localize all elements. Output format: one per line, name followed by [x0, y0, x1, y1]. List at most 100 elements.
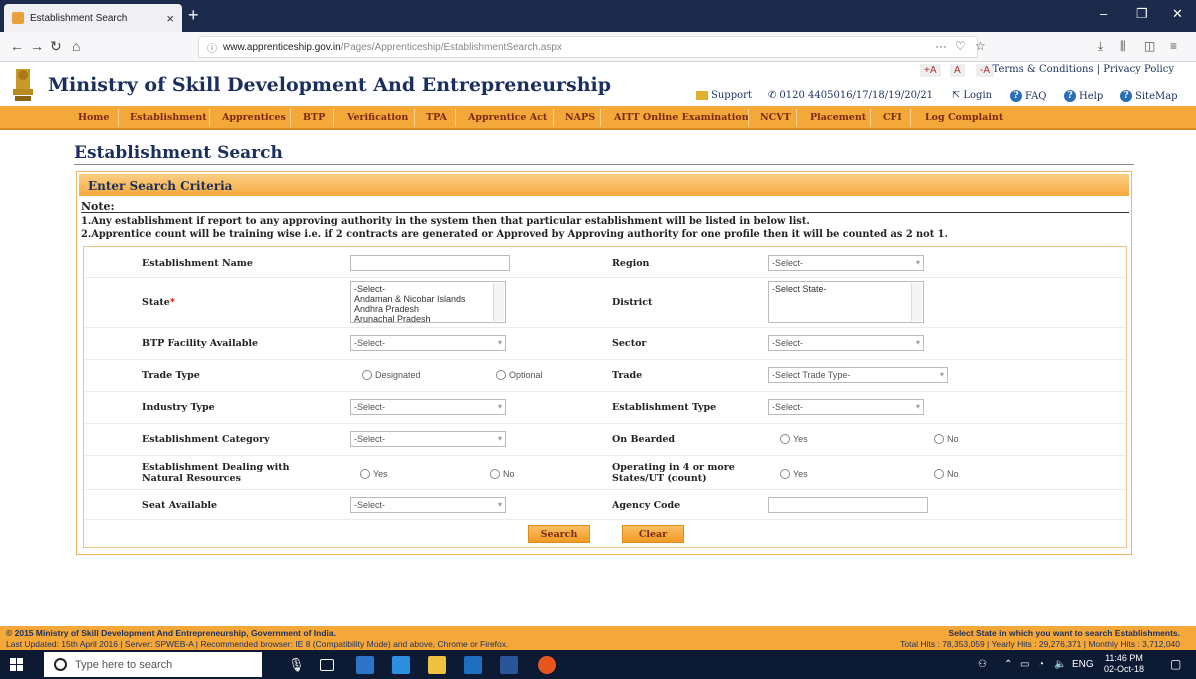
clear-button[interactable]: Clear [622, 525, 684, 543]
library-icon[interactable]: ⫼ [1120, 39, 1126, 54]
state-option[interactable]: Arunachal Pradesh [354, 314, 502, 324]
word-icon[interactable] [500, 656, 518, 674]
bookmark-star-icon[interactable]: ☆ [975, 39, 986, 53]
establishment-name-input[interactable] [350, 255, 510, 271]
windows-start-icon[interactable] [10, 658, 23, 671]
menu-divider [870, 109, 871, 127]
menu-establishment[interactable]: Establishment [130, 112, 207, 123]
restore-icon[interactable]: ❐ [1136, 6, 1148, 22]
taskbar-search-input[interactable]: Type here to search [44, 652, 262, 677]
establishment-type-select[interactable]: -Select- ▾ [768, 399, 924, 415]
district-option[interactable]: -Select State- [772, 284, 920, 294]
agency-code-input[interactable] [768, 497, 928, 513]
page-actions-icon[interactable]: ··· [935, 39, 947, 53]
natural-resources-no-radio[interactable]: No [490, 469, 515, 479]
trade-select[interactable]: -Select Trade Type- ▾ [768, 367, 948, 383]
region-select[interactable]: -Select- ▾ [768, 255, 924, 271]
volume-icon[interactable]: 🔈 [1054, 659, 1066, 670]
chevron-down-icon: ▾ [939, 370, 944, 379]
taskbar-clock[interactable]: 11:46 PM 02-Oct-18 [1104, 653, 1144, 675]
menu-apprentice-act[interactable]: Apprentice Act [468, 112, 547, 123]
operating-states-yes-radio[interactable]: Yes [780, 469, 808, 479]
on-bearded-no-radio[interactable]: No [934, 434, 959, 444]
btp-facility-select[interactable]: -Select- ▾ [350, 335, 506, 351]
on-bearded-yes-radio[interactable]: Yes [780, 434, 808, 444]
menu-home[interactable]: Home [78, 112, 109, 123]
file-explorer-icon[interactable] [428, 656, 446, 674]
font-increase-button[interactable]: +A [920, 64, 941, 77]
help-link[interactable]: ? Help [1064, 90, 1103, 102]
industry-type-select[interactable]: -Select- ▾ [350, 399, 506, 415]
browser-tab[interactable]: Establishment Search × [4, 4, 182, 32]
sitemap-link[interactable]: ? SiteMap [1120, 90, 1178, 102]
establishment-category-select[interactable]: -Select- ▾ [350, 431, 506, 447]
menu-log-complaint[interactable]: Log Complaint [925, 112, 1003, 123]
state-option[interactable]: -Select- [354, 284, 502, 294]
menu-ncvt[interactable]: NCVT [760, 112, 791, 123]
chevron-down-icon: ▾ [915, 402, 920, 411]
radio-icon [360, 469, 370, 479]
menu-placement[interactable]: Placement [810, 112, 866, 123]
menu-verification[interactable]: Verification [347, 112, 408, 123]
forward-icon[interactable]: → [30, 38, 44, 54]
hamburger-menu-icon[interactable]: ≡ [1170, 39, 1177, 53]
firefox-icon[interactable] [538, 656, 556, 674]
trade-type-optional-radio[interactable]: Optional [496, 370, 543, 380]
menu-tpa[interactable]: TPA [426, 112, 447, 123]
battery-icon[interactable]: ▭ [1020, 659, 1029, 670]
page-title: Establishment Search [74, 143, 283, 163]
back-icon[interactable]: ← [10, 38, 24, 54]
chevron-down-icon: ▾ [497, 402, 502, 411]
menu-divider [455, 109, 456, 127]
notification-center-icon[interactable]: ▢ [1170, 657, 1181, 671]
edge-icon[interactable] [356, 656, 374, 674]
state-listbox[interactable]: -Select- Andaman & Nicobar Islands Andhr… [350, 281, 506, 324]
terms-privacy-link[interactable]: Terms & Conditions | Privacy Policy [993, 64, 1174, 75]
windows-taskbar: Type here to search 🎙 ⚇ ⌃ ▭ ◔ 🔈 ENG 11:4… [0, 650, 1196, 679]
radio-icon [362, 370, 372, 380]
reload-icon[interactable]: ↻ [50, 38, 62, 55]
address-bar[interactable]: ⓘ www.apprenticeship.gov.in/Pages/Appren… [198, 36, 978, 58]
site-title: Ministry of Skill Development And Entrep… [48, 74, 612, 96]
close-tab-icon[interactable]: × [166, 11, 174, 26]
language-indicator[interactable]: ENG [1072, 659, 1094, 670]
support-link[interactable]: Support [696, 90, 752, 101]
menu-aitt-exam[interactable]: AITT Online Examination [614, 112, 749, 123]
people-icon[interactable]: ⚇ [978, 659, 987, 670]
downloads-icon[interactable]: ⤓ [1098, 39, 1103, 54]
network-icon[interactable]: ◔ [1038, 659, 1044, 670]
home-icon[interactable]: ⌂ [72, 38, 80, 54]
faq-link[interactable]: ? FAQ [1010, 90, 1047, 102]
seat-available-select[interactable]: -Select- ▾ [350, 497, 506, 513]
search-button[interactable]: Search [528, 525, 590, 543]
state-scrollbar[interactable] [493, 283, 504, 321]
close-window-icon[interactable]: ✕ [1172, 6, 1183, 22]
login-link[interactable]: ⇱ Login [952, 90, 992, 101]
menu-naps[interactable]: NAPS [565, 112, 595, 123]
pocket-icon[interactable]: ♡ [955, 39, 966, 53]
on-bearded-label: On Bearded [612, 434, 676, 445]
font-decrease-button[interactable]: -A [976, 64, 994, 77]
state-option[interactable]: Andhra Pradesh [354, 304, 502, 314]
font-normal-button[interactable]: A [950, 64, 965, 77]
district-scrollbar[interactable] [911, 283, 922, 321]
menu-cfi[interactable]: CFI [883, 112, 902, 123]
phone-icon: ✆ [768, 90, 777, 101]
menu-apprentices[interactable]: Apprentices [222, 112, 286, 123]
minimize-icon[interactable]: – [1100, 6, 1107, 21]
site-info-icon[interactable]: ⓘ [207, 40, 217, 55]
outlook-icon[interactable] [464, 656, 482, 674]
natural-resources-yes-radio[interactable]: Yes [360, 469, 388, 479]
district-listbox[interactable]: -Select State- [768, 281, 924, 323]
menu-btp[interactable]: BTP [303, 112, 325, 123]
trade-type-designated-radio[interactable]: Designated [362, 370, 421, 380]
sidebar-icon[interactable]: ◫ [1144, 39, 1155, 53]
operating-states-no-radio[interactable]: No [934, 469, 959, 479]
show-hidden-icons-icon[interactable]: ⌃ [1004, 659, 1012, 670]
internet-explorer-icon[interactable] [392, 656, 410, 674]
state-option[interactable]: Andaman & Nicobar Islands [354, 294, 502, 304]
task-view-icon[interactable] [320, 659, 334, 671]
microphone-icon[interactable]: 🎙 [288, 657, 305, 673]
new-tab-icon[interactable]: + [188, 5, 199, 26]
sector-select[interactable]: -Select- ▾ [768, 335, 924, 351]
